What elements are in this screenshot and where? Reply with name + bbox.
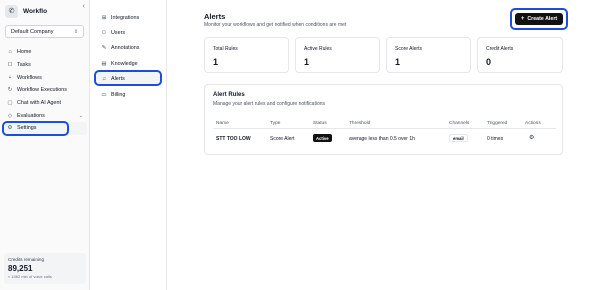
column-header-threshold: Threshold: [349, 121, 371, 126]
home-icon: ⌂: [8, 49, 12, 56]
column-header-name: Name: [216, 121, 229, 126]
stat-card-active-rules: Active Rules 1: [295, 37, 380, 73]
highlight-settings: [2, 121, 69, 136]
highlight-create-alert: [510, 8, 568, 30]
alert-rules-card: Alert Rules Manage your alert rules and …: [204, 84, 563, 155]
sidebar-item-workflow-executions[interactable]: ↻ Workflow Executions: [3, 84, 87, 97]
collapse-sidebar-icon[interactable]: ‹: [83, 3, 85, 10]
stat-value: 1: [395, 57, 401, 67]
status-badge: Active: [313, 134, 332, 142]
column-header-actions: Actions: [525, 121, 541, 126]
puzzle-icon: ⊞: [101, 14, 107, 21]
highlight-alerts: [94, 70, 162, 86]
credits-subtext: ≈ 1562 min of voice calls: [8, 274, 52, 279]
book-icon: ▤: [101, 60, 107, 67]
credit-card-icon: ▭: [101, 91, 107, 98]
evaluations-icon: ◇: [7, 112, 13, 119]
table-header-divider: [213, 128, 556, 129]
brand: ✆ Workflo: [5, 4, 85, 18]
rule-name: STT TOO LOW: [216, 136, 251, 142]
credits-value: 89,251: [8, 264, 33, 273]
sidebar-item-tasks[interactable]: ☐ Tasks: [3, 59, 87, 72]
chevron-down-icon: ⌄: [78, 112, 83, 119]
sidebar-item-workflows[interactable]: ⑂ Workflows: [3, 71, 87, 84]
sidebar-item-label: Evaluations: [17, 112, 45, 119]
tasks-icon: ☐: [7, 62, 13, 69]
page-title: Alerts: [204, 12, 226, 21]
settings-gear-icon[interactable]: ⚙: [529, 134, 534, 141]
channel-badge: email: [449, 134, 468, 142]
annotations-icon: ✎: [101, 44, 107, 51]
settings-nav-label: Knowledge: [111, 60, 138, 67]
phone-icon: ✆: [5, 4, 18, 18]
rule-threshold: average less than 0.5 over 1h: [349, 136, 415, 142]
stat-card-total-rules: Total Rules 1: [204, 37, 289, 73]
stat-label: Score Alerts: [395, 46, 422, 52]
credits-label: Credits remaining: [8, 257, 44, 262]
sidebar-item-home[interactable]: ⌂ Home: [3, 46, 87, 59]
stat-value: 0: [486, 57, 492, 67]
settings-nav-label: Integrations: [111, 14, 140, 21]
settings-nav-label: Users: [111, 29, 126, 36]
column-header-type: Type: [270, 121, 281, 126]
sidebar-item-label: Tasks: [17, 62, 31, 69]
alert-rules-subtitle: Manage your alert rules and configure no…: [213, 101, 326, 107]
brand-name: Workflo: [23, 7, 48, 15]
stat-value: 1: [304, 57, 310, 67]
settings-nav-integrations[interactable]: ⊞ Integrations: [96, 11, 162, 24]
stat-label: Active Rules: [304, 46, 332, 52]
company-select-value: Default Company: [11, 28, 54, 35]
chat-icon: ▢: [7, 100, 13, 107]
settings-nav: ⊞ Integrations ⚇ Users ✎ Annotations ▤ K…: [91, 0, 167, 290]
sidebar-item-chat[interactable]: ▢ Chat with AI Agent: [3, 97, 87, 110]
stat-label: Total Rules: [213, 46, 238, 52]
settings-nav-users[interactable]: ⚇ Users: [96, 26, 162, 39]
sidebar-item-label: Workflows: [17, 74, 42, 81]
settings-nav-billing[interactable]: ▭ Billing: [96, 88, 162, 101]
chevron-updown-icon: ⇕: [73, 28, 78, 35]
stat-card-credit-alerts: Credit Alerts 0: [477, 37, 563, 73]
alert-rules-title: Alert Rules: [213, 92, 245, 98]
workflows-icon: ⑂: [8, 74, 12, 81]
rule-type: Score Alert: [270, 136, 295, 142]
sidebar-item-label: Chat with AI Agent: [17, 100, 62, 107]
sidebar: ✆ Workflo ‹ Default Company ⇕ ⌂ Home ☐ T…: [0, 0, 90, 290]
column-header-triggered: Triggered: [487, 121, 508, 126]
rule-triggered: 0 times: [487, 136, 504, 142]
settings-nav-annotations[interactable]: ✎ Annotations: [96, 41, 162, 54]
executions-icon: ↻: [7, 87, 13, 94]
company-select[interactable]: Default Company ⇕: [5, 25, 84, 38]
column-header-status: Status: [313, 121, 327, 126]
settings-nav-label: Annotations: [111, 44, 140, 51]
stat-label: Credit Alerts: [486, 46, 514, 52]
users-icon: ⚇: [101, 29, 107, 36]
column-header-channels: Channels: [449, 121, 470, 126]
page-subtitle: Monitor your workflows and get notified …: [204, 22, 347, 28]
settings-nav-label: Billing: [111, 91, 126, 98]
settings-nav-knowledge[interactable]: ▤ Knowledge: [96, 57, 162, 70]
stat-card-score-alerts: Score Alerts 1: [386, 37, 471, 73]
sidebar-item-label: Workflow Executions: [17, 87, 67, 94]
sidebar-item-label: Home: [17, 49, 32, 56]
credits-panel: Credits remaining 89,251 ≈ 1562 min of v…: [4, 253, 86, 284]
stat-value: 1: [213, 57, 219, 67]
